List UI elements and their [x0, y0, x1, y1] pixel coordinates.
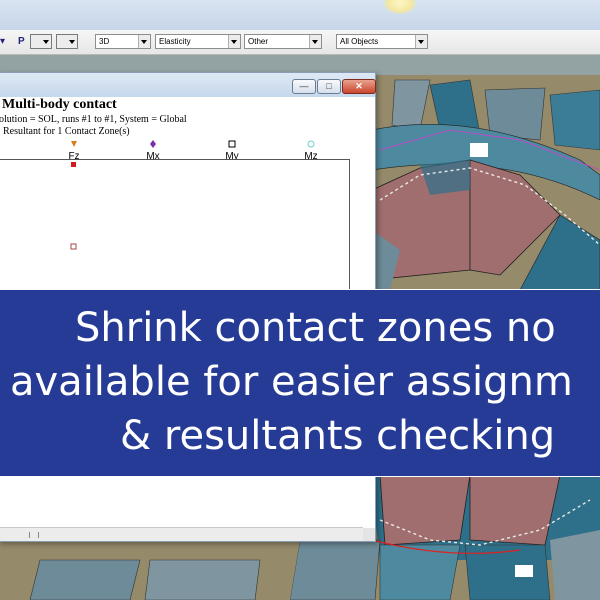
app-titlebar [0, 0, 600, 30]
view-mode-value: 3D [99, 37, 110, 46]
p-button[interactable]: P [18, 35, 25, 49]
banner-line-3: & resultants checking [120, 413, 556, 459]
banner-line-1: Shrink contact zones no [75, 305, 556, 351]
analysis-type-select[interactable]: Elasticity [155, 34, 241, 49]
titlebar-glow [384, 0, 416, 14]
solution-info: olution = SOL, runs #1 to #1, System = G… [0, 114, 187, 125]
chevron-down-icon [228, 35, 240, 48]
legend-marker-fz [71, 141, 77, 147]
chart-point-fz-1 [70, 243, 77, 250]
view-mode-select[interactable]: 3D [95, 34, 151, 49]
resultant-info: Resultant for 1 Contact Zone(s) [3, 126, 130, 137]
dropdown-arrow-icon[interactable]: ▾ [0, 35, 5, 49]
chevron-down-icon [138, 35, 150, 48]
view-tool-button[interactable] [30, 34, 52, 49]
window-titlebar[interactable]: — □ ✕ [0, 73, 376, 97]
promo-banner: Shrink contact zones no available for ea… [0, 289, 600, 477]
category-select[interactable]: Other [244, 34, 322, 49]
chevron-down-icon [415, 35, 427, 48]
legend-marker-mx [150, 140, 156, 148]
analysis-type-value: Elasticity [159, 37, 191, 46]
window-heading: Multi-body contact [2, 97, 117, 112]
close-button[interactable]: ✕ [342, 79, 376, 94]
chart-point-fz-0 [71, 162, 76, 167]
legend-marker-my [228, 140, 236, 148]
resize-grip[interactable] [363, 528, 375, 541]
banner-line-2: available for easier assignm [10, 359, 573, 405]
toolbar: ▾ P 3D Elasticity Other All Objects [0, 30, 600, 55]
objects-value: All Objects [340, 37, 379, 46]
display-tool-button[interactable] [56, 34, 78, 49]
objects-select[interactable]: All Objects [336, 34, 428, 49]
maximize-button[interactable]: □ [317, 79, 341, 94]
legend-marker-mz [307, 140, 315, 148]
horizontal-scrollbar[interactable] [0, 527, 363, 541]
scroll-thumb[interactable] [29, 532, 39, 538]
minimize-button[interactable]: — [292, 79, 316, 94]
chevron-down-icon [309, 35, 321, 48]
category-value: Other [248, 37, 269, 46]
